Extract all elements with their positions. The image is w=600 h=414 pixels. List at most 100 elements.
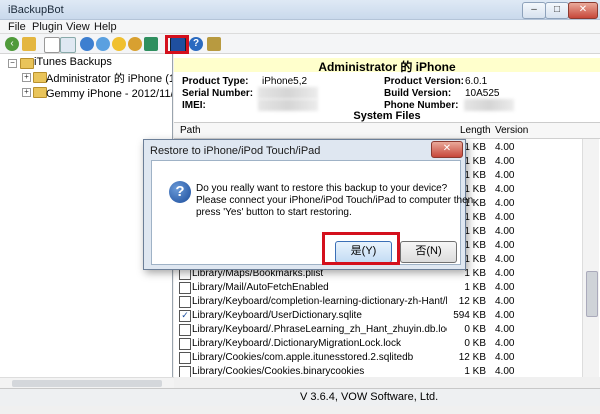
collapse-icon[interactable]: − (8, 59, 17, 68)
file-checkbox[interactable] (179, 366, 191, 377)
maximize-button[interactable]: □ (545, 2, 569, 19)
file-version: 4.00 (495, 170, 515, 181)
file-path: Library/Cookies/Cookies.binarycookies (192, 366, 365, 377)
dialog-close-button[interactable]: ✕ (431, 141, 463, 158)
file-list-header: Path Length Version (174, 123, 600, 139)
file-version: 4.00 (495, 282, 515, 293)
file-version: 4.00 (495, 296, 515, 307)
file-row[interactable]: Library/Cookies/com.apple.itunesstored.2… (174, 350, 582, 365)
file-version: 4.00 (495, 142, 515, 153)
file-length: 12 KB (458, 296, 486, 307)
dialog-body: ? Do you really want to restore this bac… (151, 160, 473, 265)
file-row[interactable]: Library/Mail/AutoFetchEnabled 1 KB 4.00 (174, 280, 582, 295)
title-bar: iBackupBot – □ ✕ (0, 0, 600, 20)
comment-icon[interactable] (80, 37, 94, 51)
status-bar: V 3.6.4, VOW Software, Ltd. (0, 388, 600, 406)
file-version: 4.00 (495, 212, 515, 223)
section-title: System Files (353, 110, 421, 122)
file-path: Library/Keyboard/UserDictionary.sqlite (192, 310, 362, 321)
serial-number-label: Serial Number: (182, 88, 254, 99)
file-version: 4.00 (495, 366, 515, 377)
file-row[interactable]: Library/Cookies/Cookies.binarycookies 1 K… (174, 364, 582, 377)
build-version-label: Build Version: (384, 88, 452, 99)
file-length: 594 KB (453, 310, 486, 321)
file-length: 1 KB (464, 366, 486, 377)
dialog-title: Restore to iPhone/iPod Touch/iPad (150, 145, 321, 157)
product-type-label: Product Type: (182, 76, 249, 87)
expand-icon[interactable]: + (22, 88, 31, 97)
warning-icon[interactable] (112, 37, 126, 51)
device-info-panel: Administrator 的 iPhone Product Type: iPh… (174, 54, 600, 122)
refresh-icon[interactable] (144, 37, 158, 51)
file-checkbox[interactable] (179, 296, 191, 308)
file-checkbox[interactable]: ✓ (179, 310, 191, 322)
file-version: 4.00 (495, 310, 515, 321)
file-path: Library/Keyboard/completion-learning-dic… (192, 296, 447, 307)
file-path: Library/Keyboard/.PhraseLearning_zh_Hant… (192, 324, 447, 335)
menu-file[interactable]: File (8, 21, 26, 33)
product-type-value: iPhone5,2 (262, 76, 308, 87)
file-version: 4.00 (495, 324, 515, 335)
restore-dialog: Restore to iPhone/iPod Touch/iPad ✕ ? Do… (143, 139, 473, 270)
question-icon: ? (169, 181, 191, 203)
tree-horizontal-scrollbar[interactable] (0, 377, 174, 388)
scroll-thumb[interactable] (12, 380, 162, 387)
file-length: 12 KB (458, 352, 486, 363)
dialog-message-line3: press 'Yes' button to start restoring. (196, 207, 352, 218)
help-icon[interactable]: ? (189, 37, 203, 51)
expand-icon[interactable]: + (22, 73, 31, 82)
yes-button-highlight (322, 232, 400, 265)
file-checkbox[interactable] (179, 324, 191, 336)
forward-icon[interactable] (22, 37, 36, 51)
tree-item-label: Administrator 的 iPhone (11/29/1 (46, 73, 172, 85)
status-text: V 3.6.4, VOW Software, Ltd. (300, 391, 439, 403)
file-list-scrollbar[interactable] (582, 139, 599, 377)
folder-icon (20, 58, 34, 69)
dialog-message-line2: Please connect your iPhone/iPod Touch/iP… (196, 195, 474, 206)
tree-item-label: Gemmy iPhone - 2012/11/29 上午 (46, 88, 172, 100)
file-path: Library/Cookies/com.apple.itunesstored.2… (192, 352, 414, 363)
file-row[interactable]: ✓ Library/Keyboard/UserDictionary.sqlite 5… (174, 308, 582, 323)
file-version: 4.00 (495, 156, 515, 167)
new-icon[interactable] (44, 37, 60, 53)
file-version: 4.00 (495, 198, 515, 209)
file-row[interactable]: Library/Keyboard/completion-learning-dic… (174, 294, 582, 309)
menu-view[interactable]: View (66, 21, 90, 33)
settings-icon[interactable] (128, 37, 142, 51)
file-path: Library/Mail/AutoFetchEnabled (192, 282, 329, 293)
file-checkbox[interactable] (179, 338, 191, 350)
file-version: 4.00 (495, 268, 515, 279)
column-version[interactable]: Version (495, 125, 528, 136)
file-version: 4.00 (495, 254, 515, 265)
no-button[interactable]: 否(N) (400, 241, 457, 263)
file-checkbox[interactable] (179, 282, 191, 294)
file-checkbox[interactable] (179, 352, 191, 364)
menu-plugin[interactable]: Plugin (32, 21, 63, 33)
file-row[interactable]: Library/Keyboard/.DictionaryMigrationLoc… (174, 336, 582, 351)
close-button[interactable]: ✕ (568, 2, 598, 19)
scroll-thumb[interactable] (586, 271, 598, 317)
file-length: 1 KB (464, 282, 486, 293)
file-length: 0 KB (464, 338, 486, 349)
minimize-button[interactable]: – (522, 2, 546, 19)
product-version-label: Product Version: (384, 76, 465, 87)
folder-icon (33, 72, 47, 83)
info-icon[interactable] (96, 37, 110, 51)
copy-icon[interactable] (60, 37, 76, 53)
file-version: 4.00 (495, 338, 515, 349)
dialog-message-line1: Do you really want to restore this backu… (196, 183, 448, 194)
file-version: 4.00 (495, 352, 515, 363)
export-icon[interactable] (207, 37, 221, 51)
menu-help[interactable]: Help (94, 21, 117, 33)
tree-root-label: iTunes Backups (34, 56, 112, 68)
product-version-value: 6.0.1 (465, 76, 488, 87)
file-row[interactable]: Library/Keyboard/.PhraseLearning_zh_Hant… (174, 322, 582, 337)
restore-icon-highlight (165, 35, 189, 54)
back-icon[interactable]: ‹ (5, 37, 19, 51)
column-path[interactable]: Path (180, 125, 201, 136)
folder-icon (33, 87, 47, 98)
menu-bar: File Plugin View Help (0, 20, 600, 34)
file-version: 4.00 (495, 240, 515, 251)
file-version: 4.00 (495, 184, 515, 195)
column-length[interactable]: Length (460, 125, 491, 136)
